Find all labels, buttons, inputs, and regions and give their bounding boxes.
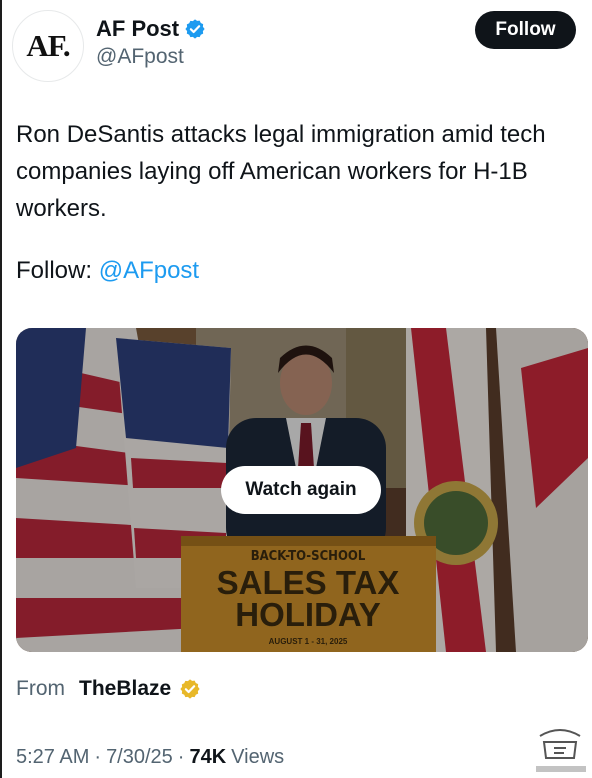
source-name-link[interactable]: TheBlaze: [79, 677, 171, 701]
watch-again-button[interactable]: Watch again: [221, 466, 381, 514]
views-count: 74K: [189, 746, 227, 768]
name-row: AF Post: [96, 16, 206, 42]
verified-badge-icon: [184, 18, 206, 40]
avatar[interactable]: AF.: [12, 10, 84, 82]
display-name[interactable]: AF Post: [96, 16, 179, 42]
separator: ·: [94, 746, 102, 768]
views-label: Views: [231, 746, 285, 768]
follow-line: Follow: @AFpost: [16, 257, 199, 285]
video-player[interactable]: BACK-TO-SCHOOL SALES TAX HOLIDAY AUGUST …: [16, 328, 588, 652]
follow-prefix: Follow:: [16, 257, 93, 284]
separator: ·: [177, 746, 185, 768]
verified-gold-badge-icon: [179, 678, 201, 700]
from-label: From: [16, 677, 65, 700]
watermark-icon: [536, 729, 586, 772]
source-attribution: From TheBlaze: [16, 677, 201, 701]
left-border: [0, 0, 2, 778]
follow-button[interactable]: Follow: [475, 11, 576, 49]
tweet-meta: 5:27 AM · 7/30/25 · 74K Views: [16, 746, 284, 769]
tweet-time[interactable]: 5:27 AM: [16, 746, 89, 769]
tweet-date[interactable]: 7/30/25: [106, 746, 173, 769]
mention-link[interactable]: @AFpost: [99, 257, 199, 284]
user-handle[interactable]: @AFpost: [96, 45, 184, 69]
tweet-header: AF. AF Post @AFpost Follow: [0, 0, 592, 90]
tweet-text: Ron DeSantis attacks legal immigration a…: [16, 121, 546, 222]
